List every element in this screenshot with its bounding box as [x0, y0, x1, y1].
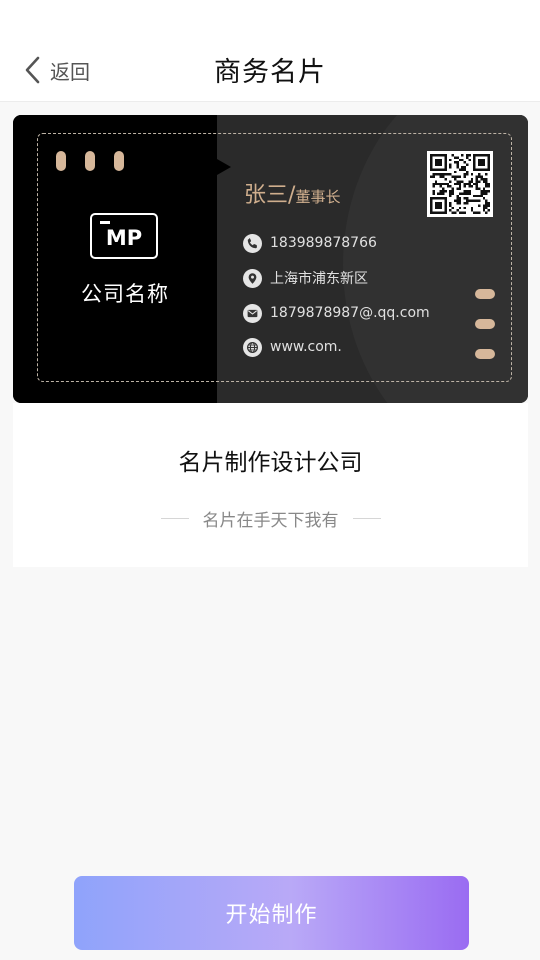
globe-icon [243, 337, 262, 357]
person-name-line: 张三/董事长 [244, 177, 340, 209]
tagline-divider-left [160, 517, 189, 519]
start-making-button[interactable]: 开始制作 [74, 876, 469, 950]
card-phone-row: 183989878766 [243, 232, 377, 254]
person-name: 张三 [244, 183, 289, 208]
website-text: www.com. [270, 339, 342, 355]
page-title: 商务名片 [214, 57, 326, 88]
business-card-preview[interactable]: MP 公司名称 张三/董事长 183989878766 上海市浦东新区 1879… [13, 115, 528, 403]
phone-text: 183989878766 [270, 235, 377, 251]
card-address-row: 上海市浦东新区 [243, 267, 368, 289]
email-text: 1879878987@.qq.com [270, 305, 430, 321]
qr-code-icon [427, 151, 493, 217]
card-website-row: www.com. [243, 336, 342, 358]
card-pill-decoration [114, 151, 124, 171]
location-icon [243, 268, 262, 288]
card-pill-decoration [85, 151, 95, 171]
tagline-row: 名片在手天下我有 [13, 507, 528, 531]
company-name: 公司名称 [81, 282, 169, 306]
template-title: 名片制作设计公司 [178, 450, 363, 476]
phone-icon [243, 233, 262, 253]
address-text: 上海市浦东新区 [270, 271, 368, 287]
card-pill-decoration [475, 319, 495, 329]
card-pill-decoration [56, 151, 66, 171]
person-title: 董事长 [295, 188, 341, 206]
card-pill-decoration [475, 289, 495, 299]
card-pill-decoration [475, 349, 495, 359]
logo-text: MP [105, 226, 143, 250]
card-email-row: 1879878987@.qq.com [243, 302, 430, 324]
logo-mark [100, 221, 110, 224]
template-info-panel: 名片制作设计公司 名片在手天下我有 [13, 403, 528, 567]
tagline-divider-right [352, 517, 381, 519]
tagline: 名片在手天下我有 [202, 510, 339, 531]
company-logo: MP [90, 213, 158, 259]
start-making-label: 开始制作 [225, 903, 318, 928]
header-bar: 返回 商务名片 [0, 0, 540, 102]
mail-icon [243, 303, 262, 323]
